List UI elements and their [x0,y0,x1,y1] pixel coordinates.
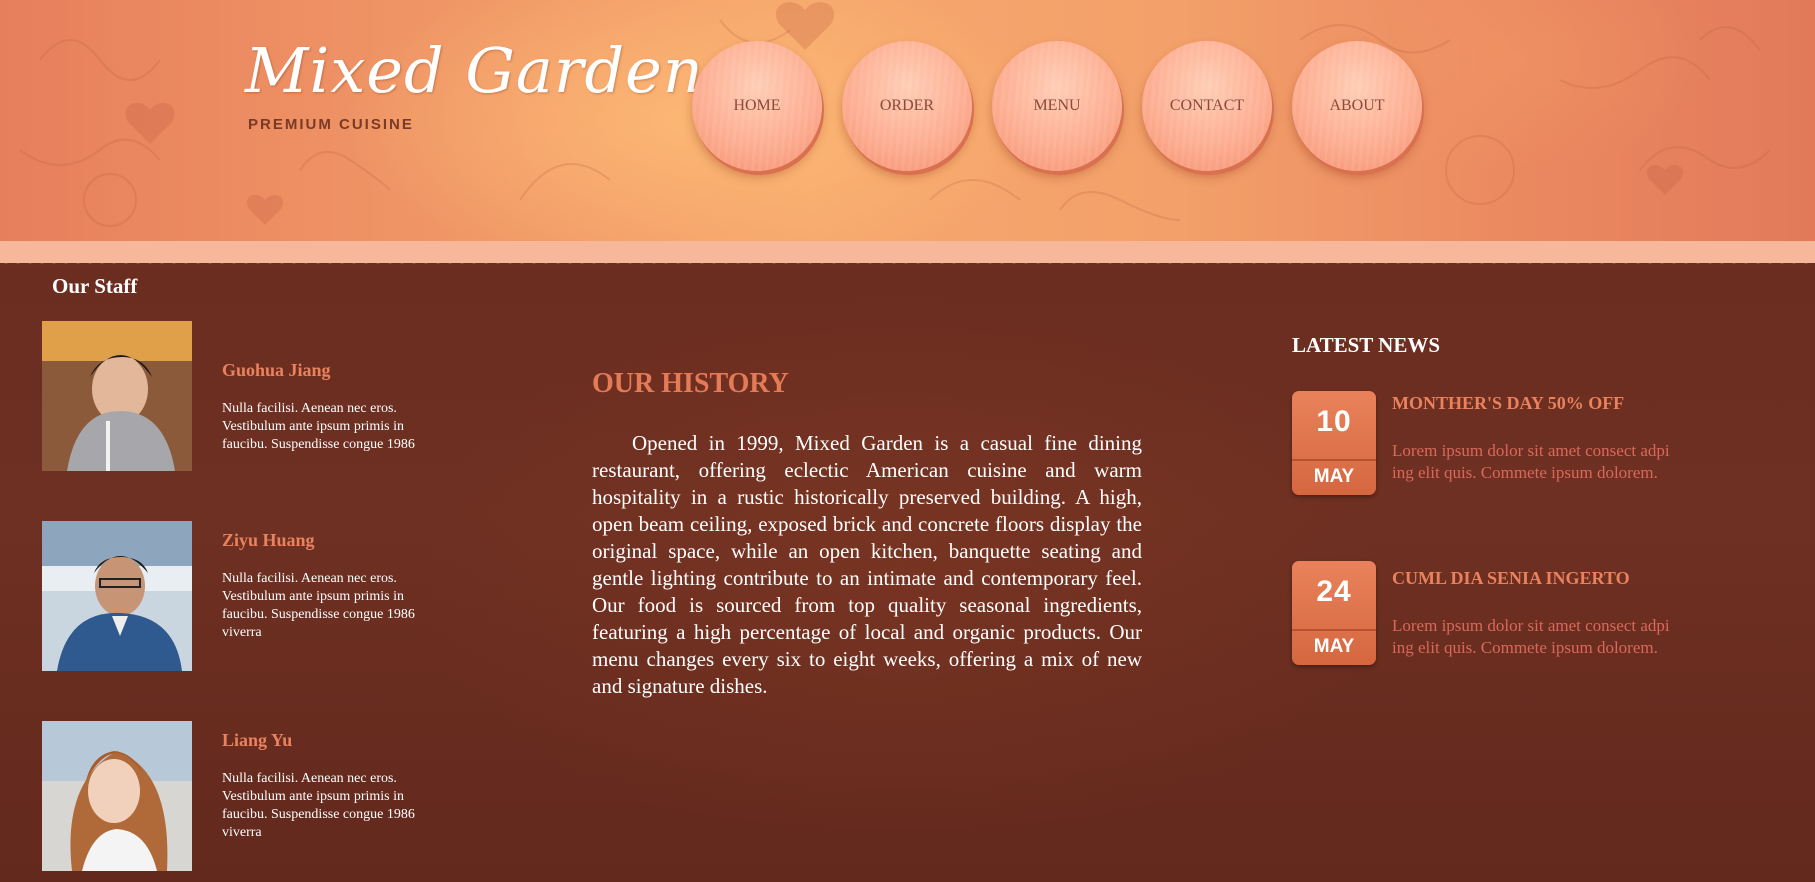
news-date-badge[interactable]: 10 MAY [1292,391,1376,495]
staff-name: Guohua Jiang [222,360,331,380]
history-text: Opened in 1999, Mixed Garden is a casual… [592,431,1142,698]
staff-photo-ziyu-huang [42,521,192,671]
header-scallop-edge [0,257,1815,267]
news-date-day: 24 [1316,575,1352,608]
site-logo[interactable]: Mixed Garden [245,34,704,107]
staff-name: Liang Yu [222,730,293,750]
news-date-divider [1292,629,1376,631]
news-headline-link[interactable]: CUML DIA SENIA INGERTO [1392,568,1630,589]
staff-photo-guohua-jiang [42,321,192,471]
site-header: Mixed Garden PREMIUM CUISINE HOME ORDER … [0,0,1815,242]
staff-photo-liang-yu [42,721,192,871]
staff-description: Nulla facilisi. Aenean nec eros. Vestibu… [222,401,415,452]
staff-name: Ziyu Huang [222,530,315,550]
site-tagline: PREMIUM CUISINE [248,116,414,133]
history-title: OUR HISTORY [592,368,789,399]
nav-order-button[interactable]: ORDER [842,41,972,171]
news-date-badge[interactable]: 24 MAY [1292,561,1376,665]
staff-section-title: Our Staff [52,274,138,298]
news-date-month: MAY [1313,636,1355,657]
nav-home-button[interactable]: HOME [692,41,822,171]
staff-description: Nulla facilisi. Aenean nec eros. Vestibu… [222,771,415,840]
latest-news-title: LATEST NEWS [1292,333,1441,357]
news-body: Lorem ipsum dolor sit amet consect adpi … [1392,616,1670,657]
staff-description: Nulla facilisi. Aenean nec eros. Vestibu… [222,571,415,640]
nav-contact-button[interactable]: CONTACT [1142,41,1272,171]
nav-menu-button[interactable]: MENU [992,41,1122,171]
news-headline-link[interactable]: MONTHER'S DAY 50% OFF [1392,393,1624,414]
news-date-day: 10 [1316,405,1352,438]
news-body: Lorem ipsum dolor sit amet consect adpi … [1392,441,1670,482]
nav-about-button[interactable]: ABOUT [1292,41,1422,171]
news-date-month: MAY [1313,466,1355,487]
news-date-divider [1292,459,1376,461]
